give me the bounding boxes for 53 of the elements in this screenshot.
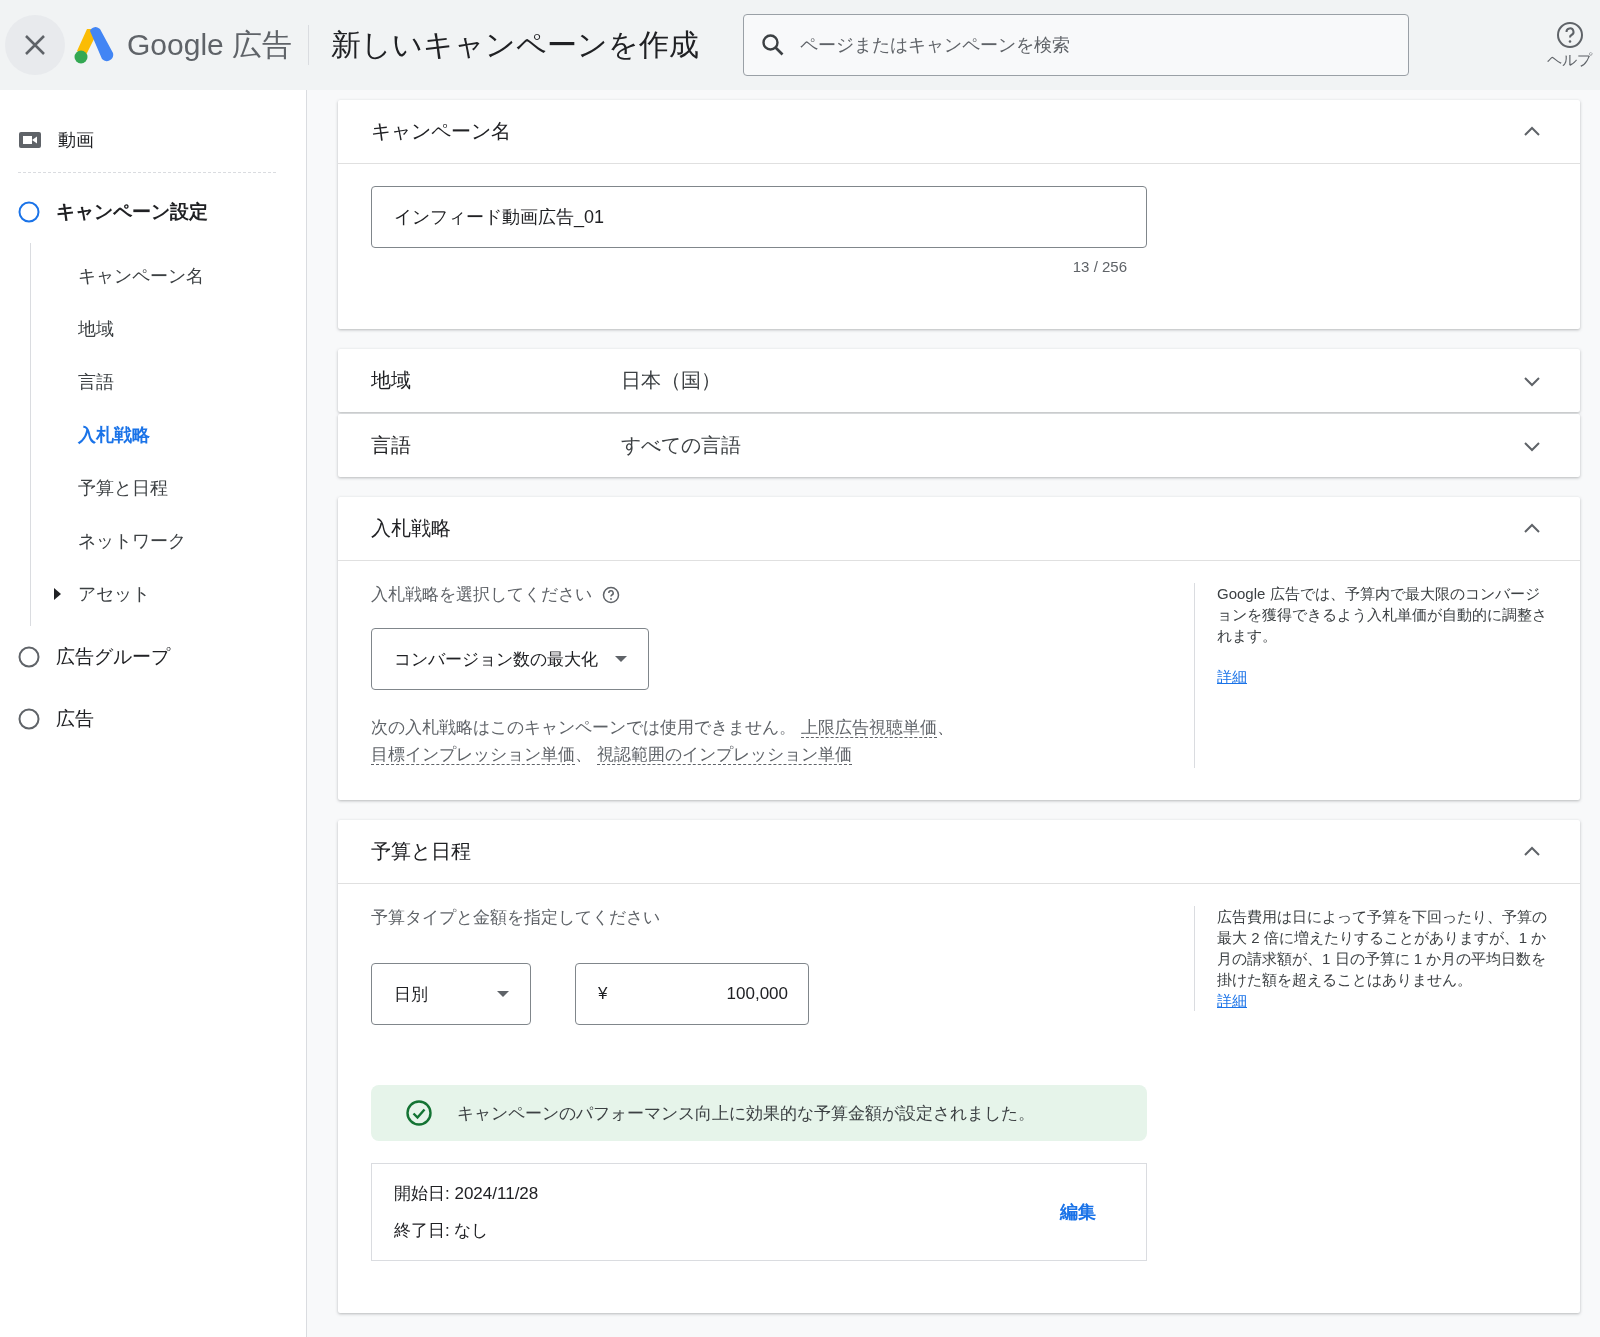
sidebar-item[interactable]: 予算と日程: [31, 461, 174, 514]
field-label: 入札戦略を選択してください: [371, 584, 592, 606]
help-text: 広告費用は日によって予算を下回ったり、予算の最大 2 倍に増えたりすることがありますが、1 か月の請求額が、1 日の予算に 1 か月の平均日数を掛けた額を超えることはありません。: [1217, 907, 1547, 990]
sidebar-step[interactable]: キャンペーン設定: [18, 181, 208, 243]
sidebar-item[interactable]: 入札戦略: [31, 408, 156, 461]
sidebar-item[interactable]: アセット: [31, 567, 156, 620]
check-circle-icon: [405, 1099, 433, 1127]
ads-logo-icon: [73, 25, 115, 65]
start-date: 開始日: 2024/11/28: [394, 1183, 539, 1205]
product-name: Google 広告: [127, 26, 293, 63]
sidebar-item[interactable]: ネットワーク: [31, 514, 192, 567]
search-icon: [761, 33, 786, 57]
sidebar-step[interactable]: 広告グループ: [18, 626, 170, 688]
section-title: 入札戦略: [371, 516, 451, 541]
strategy-link[interactable]: 視認範囲のインプレッション単価: [596, 745, 852, 765]
budget-type-dropdown[interactable]: 日別: [371, 963, 531, 1025]
section-label: 動画: [58, 129, 94, 152]
caret-icon: [614, 655, 628, 663]
caret-icon: [496, 990, 510, 998]
step-circle-icon: [18, 201, 40, 223]
close-icon: [24, 34, 46, 56]
campaign-name-field[interactable]: インフィード動画広告_01: [371, 186, 1147, 248]
budget-amount-field[interactable]: ¥ 100,000: [575, 963, 809, 1025]
success-banner: キャンペーンのパフォーマンス向上に効果的な予算金額が設定されました。: [371, 1085, 1147, 1141]
section-summary: 日本（国）: [621, 369, 721, 391]
section-title: キャンペーン名: [371, 119, 511, 144]
help-icon: [1555, 20, 1584, 49]
page-title: 新しいキャンペーンを作成: [331, 26, 700, 63]
end-date: 終了日: なし: [394, 1220, 490, 1242]
search-field[interactable]: ページまたはキャンペーンを検索: [743, 14, 1410, 76]
details-link[interactable]: 詳細: [1217, 992, 1247, 1009]
step-circle-icon: [18, 646, 40, 668]
edit-button[interactable]: 編集: [1060, 1200, 1096, 1224]
section-title: 言語: [371, 433, 412, 458]
sidebar-item[interactable]: キャンペーン名: [31, 249, 210, 302]
section-summary: すべての言語: [621, 434, 741, 456]
step-circle-icon: [18, 708, 40, 730]
strategy-link[interactable]: 目標インプレッション単価: [371, 745, 575, 765]
field-label: 予算タイプと金額を指定してください: [371, 907, 660, 929]
bid-strategy-dropdown[interactable]: コンバージョン数の最大化: [371, 628, 649, 690]
sidebar-step[interactable]: 広告: [18, 688, 94, 750]
help-button[interactable]: ヘルプ: [1547, 20, 1592, 70]
section-title: 予算と日程: [371, 839, 471, 864]
notice-text: 次の入札戦略はこのキャンペーンでは使用できません。 上限広告視聴単価、 目標インプレッション単価、 視認範囲のインプレッション単価: [371, 717, 955, 767]
help-icon: [602, 585, 620, 604]
details-link[interactable]: 詳細: [1217, 668, 1247, 685]
video-camera-icon: [18, 131, 42, 149]
character-counter: 13 / 256: [1072, 258, 1127, 275]
sidebar-item[interactable]: 言語: [31, 355, 120, 408]
sidebar-item[interactable]: 地域: [31, 302, 120, 355]
section-title: 地域: [371, 368, 412, 393]
strategy-link[interactable]: 上限広告視聴単価: [800, 718, 937, 738]
help-text: Google 広告では、予算内で最大限のコンバージョンを獲得できるよう入札単価が自動的に調整されます。: [1217, 584, 1547, 646]
